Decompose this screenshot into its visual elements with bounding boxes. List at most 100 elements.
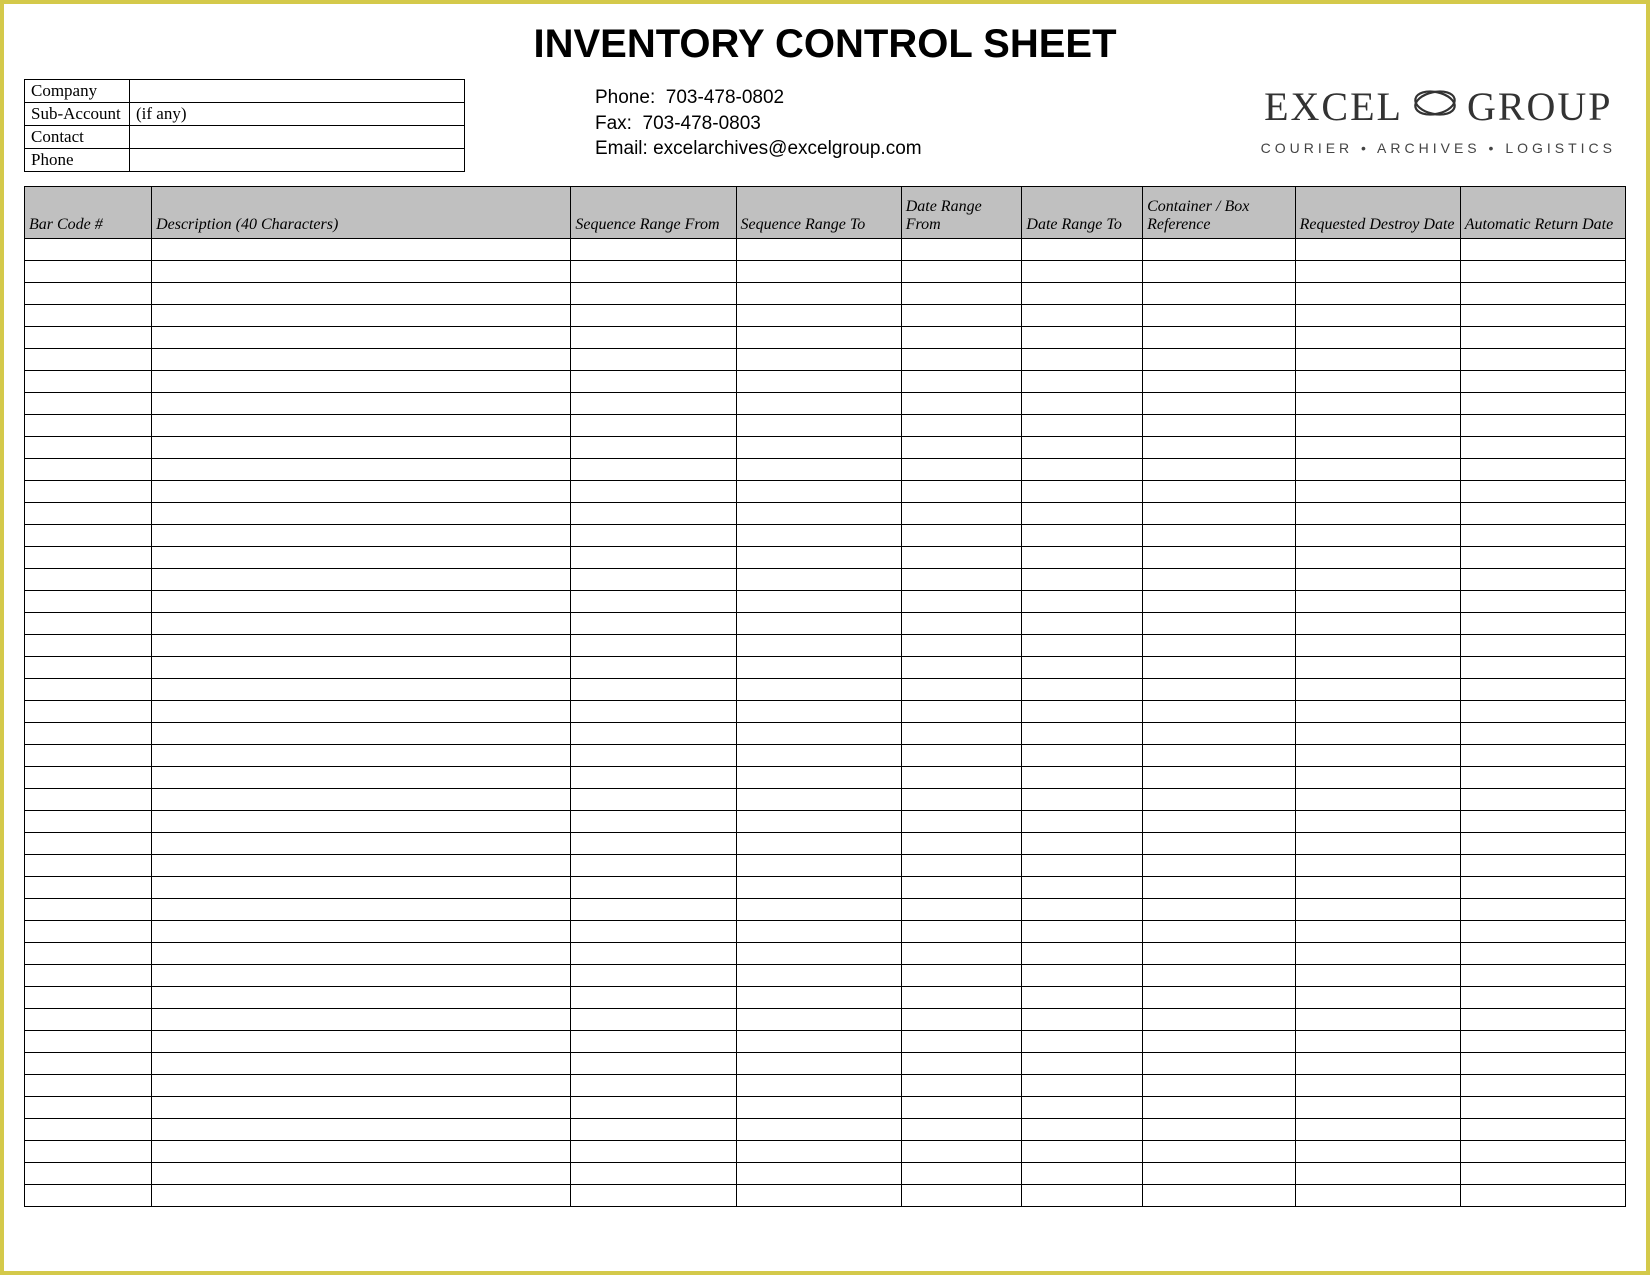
table-cell[interactable]	[1460, 459, 1625, 481]
table-cell[interactable]	[1022, 1031, 1143, 1053]
table-cell[interactable]	[1295, 1097, 1460, 1119]
table-cell[interactable]	[571, 503, 736, 525]
table-cell[interactable]	[901, 1031, 1022, 1053]
table-cell[interactable]	[25, 459, 152, 481]
table-cell[interactable]	[25, 987, 152, 1009]
table-cell[interactable]	[1143, 789, 1295, 811]
table-cell[interactable]	[1295, 877, 1460, 899]
table-cell[interactable]	[1143, 261, 1295, 283]
table-cell[interactable]	[571, 987, 736, 1009]
table-cell[interactable]	[901, 1075, 1022, 1097]
table-cell[interactable]	[901, 899, 1022, 921]
table-cell[interactable]	[571, 261, 736, 283]
table-cell[interactable]	[1143, 877, 1295, 899]
table-cell[interactable]	[571, 833, 736, 855]
table-cell[interactable]	[25, 525, 152, 547]
table-cell[interactable]	[152, 745, 571, 767]
table-cell[interactable]	[901, 723, 1022, 745]
table-cell[interactable]	[901, 1141, 1022, 1163]
table-cell[interactable]	[901, 789, 1022, 811]
table-cell[interactable]	[1022, 569, 1143, 591]
table-cell[interactable]	[1143, 481, 1295, 503]
table-cell[interactable]	[1143, 1119, 1295, 1141]
table-cell[interactable]	[571, 679, 736, 701]
table-cell[interactable]	[736, 943, 901, 965]
table-cell[interactable]	[1022, 437, 1143, 459]
table-cell[interactable]	[571, 393, 736, 415]
table-cell[interactable]	[571, 1053, 736, 1075]
table-cell[interactable]	[736, 679, 901, 701]
table-cell[interactable]	[571, 745, 736, 767]
table-cell[interactable]	[1143, 283, 1295, 305]
table-cell[interactable]	[25, 1009, 152, 1031]
table-cell[interactable]	[736, 591, 901, 613]
table-cell[interactable]	[1022, 1009, 1143, 1031]
table-cell[interactable]	[901, 701, 1022, 723]
table-cell[interactable]	[1022, 701, 1143, 723]
table-cell[interactable]	[736, 459, 901, 481]
table-cell[interactable]	[1295, 899, 1460, 921]
table-cell[interactable]	[1143, 547, 1295, 569]
table-cell[interactable]	[1460, 855, 1625, 877]
table-cell[interactable]	[1295, 723, 1460, 745]
table-cell[interactable]	[25, 1075, 152, 1097]
table-cell[interactable]	[1022, 1119, 1143, 1141]
table-cell[interactable]	[1295, 701, 1460, 723]
table-cell[interactable]	[152, 635, 571, 657]
table-cell[interactable]	[1143, 811, 1295, 833]
table-cell[interactable]	[152, 525, 571, 547]
table-cell[interactable]	[1460, 877, 1625, 899]
table-cell[interactable]	[1022, 877, 1143, 899]
table-cell[interactable]	[1022, 283, 1143, 305]
table-cell[interactable]	[901, 811, 1022, 833]
table-cell[interactable]	[152, 591, 571, 613]
table-cell[interactable]	[1295, 1185, 1460, 1207]
table-cell[interactable]	[1460, 767, 1625, 789]
table-cell[interactable]	[901, 767, 1022, 789]
table-cell[interactable]	[571, 899, 736, 921]
table-cell[interactable]	[736, 481, 901, 503]
table-cell[interactable]	[25, 921, 152, 943]
table-cell[interactable]	[1460, 1141, 1625, 1163]
table-cell[interactable]	[1022, 921, 1143, 943]
table-cell[interactable]	[25, 393, 152, 415]
table-cell[interactable]	[1295, 657, 1460, 679]
table-cell[interactable]	[736, 1031, 901, 1053]
table-cell[interactable]	[571, 239, 736, 261]
table-cell[interactable]	[736, 349, 901, 371]
table-cell[interactable]	[736, 811, 901, 833]
table-cell[interactable]	[152, 569, 571, 591]
table-cell[interactable]	[1460, 415, 1625, 437]
table-cell[interactable]	[25, 635, 152, 657]
table-cell[interactable]	[1022, 635, 1143, 657]
table-cell[interactable]	[571, 965, 736, 987]
table-cell[interactable]	[1143, 1097, 1295, 1119]
table-cell[interactable]	[1460, 1119, 1625, 1141]
table-cell[interactable]	[1143, 679, 1295, 701]
table-cell[interactable]	[152, 503, 571, 525]
table-cell[interactable]	[152, 899, 571, 921]
table-cell[interactable]	[1022, 349, 1143, 371]
info-value[interactable]	[130, 126, 465, 149]
table-cell[interactable]	[736, 239, 901, 261]
table-cell[interactable]	[1460, 789, 1625, 811]
table-cell[interactable]	[1143, 943, 1295, 965]
table-cell[interactable]	[736, 569, 901, 591]
table-cell[interactable]	[1143, 745, 1295, 767]
table-cell[interactable]	[1295, 239, 1460, 261]
table-cell[interactable]	[1460, 613, 1625, 635]
table-cell[interactable]	[1295, 349, 1460, 371]
table-cell[interactable]	[901, 349, 1022, 371]
table-cell[interactable]	[152, 767, 571, 789]
table-cell[interactable]	[1460, 833, 1625, 855]
table-cell[interactable]	[1143, 393, 1295, 415]
table-cell[interactable]	[25, 965, 152, 987]
table-cell[interactable]	[1143, 1053, 1295, 1075]
table-cell[interactable]	[1143, 591, 1295, 613]
table-cell[interactable]	[25, 1053, 152, 1075]
table-cell[interactable]	[1295, 811, 1460, 833]
table-cell[interactable]	[1460, 635, 1625, 657]
table-cell[interactable]	[152, 921, 571, 943]
table-cell[interactable]	[736, 1163, 901, 1185]
table-cell[interactable]	[571, 635, 736, 657]
